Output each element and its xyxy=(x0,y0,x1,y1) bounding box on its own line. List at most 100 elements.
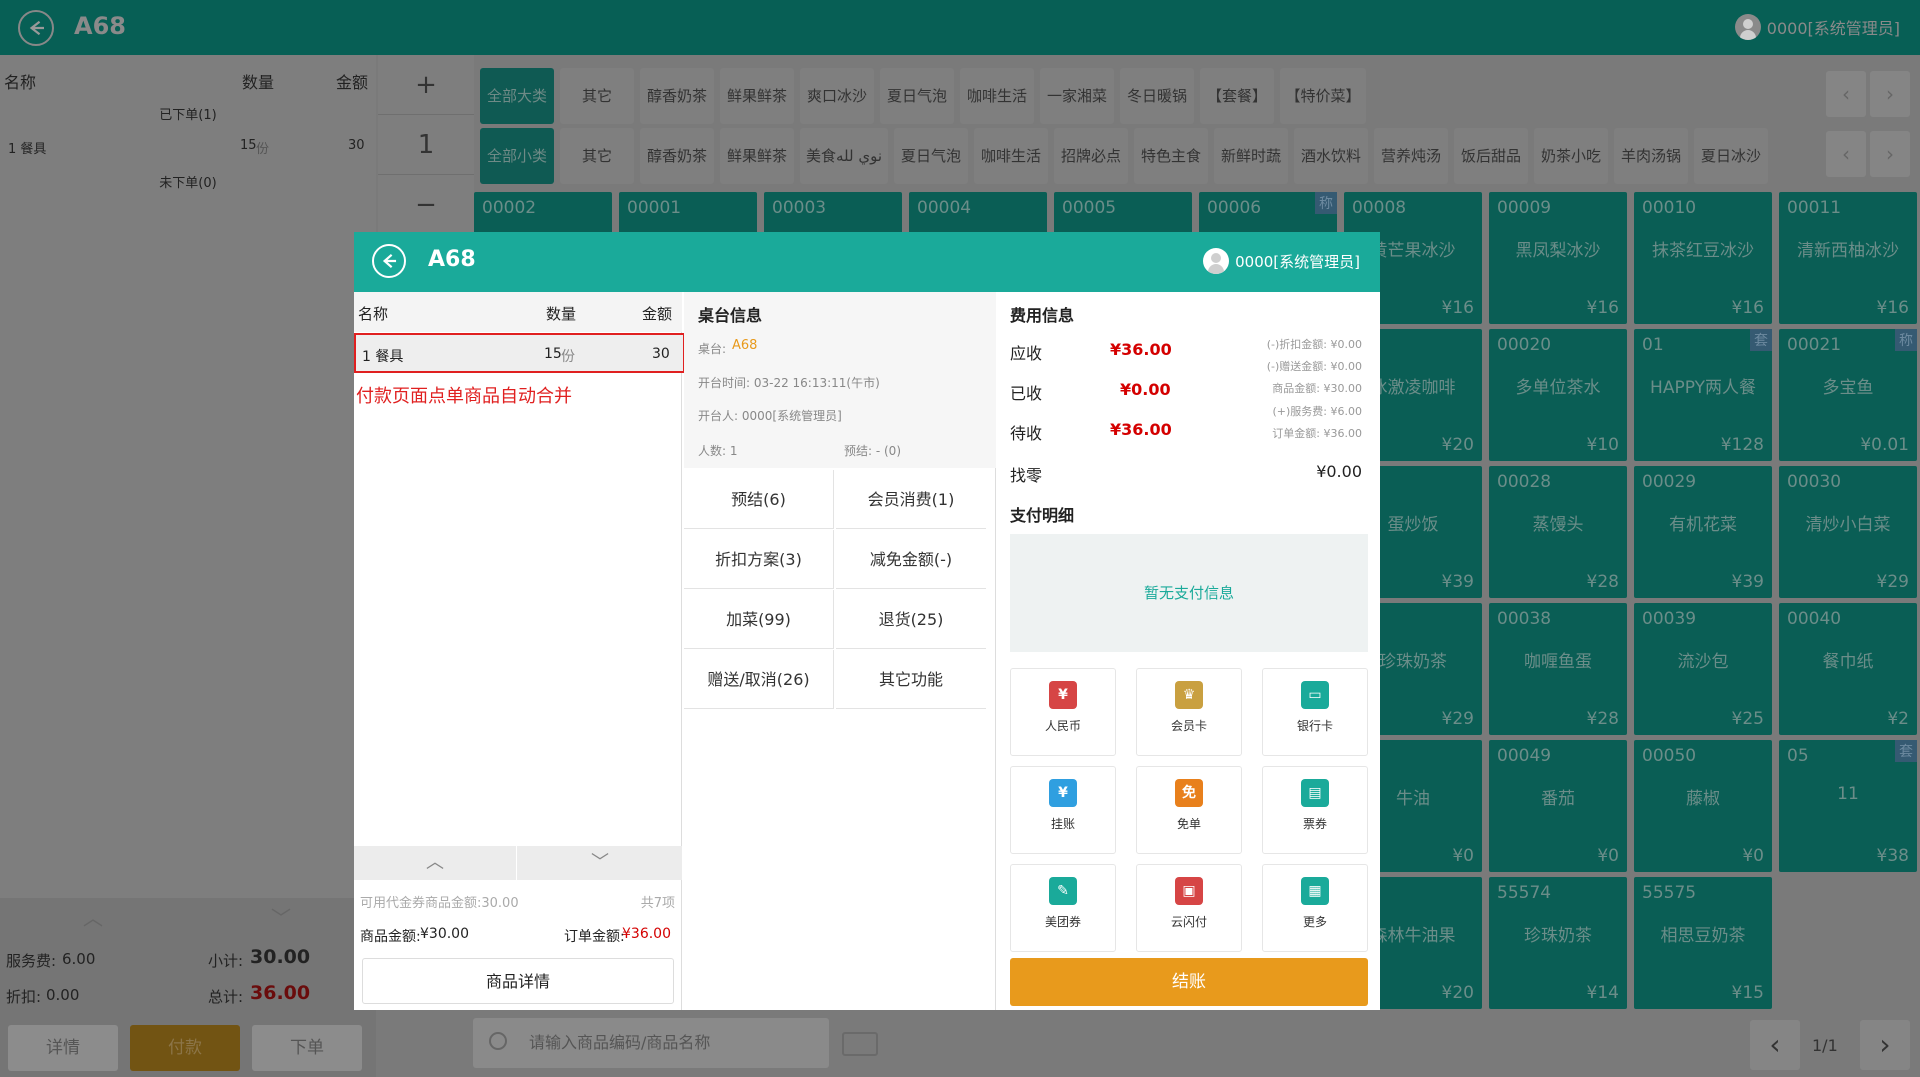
subcategory-tab[interactable]: 鲜果鲜茶 xyxy=(720,128,794,184)
category-tab[interactable]: 【特价菜】 xyxy=(1280,68,1366,124)
subcategory-tab[interactable]: 特色主食 xyxy=(1134,128,1208,184)
pay-method-button[interactable]: ▦ 更多 xyxy=(1262,864,1368,952)
scroll-down-icon[interactable]: ﹀ xyxy=(188,898,374,938)
product-tile[interactable]: 00010 抹茶红豆冰沙 ¥16 xyxy=(1634,192,1772,324)
subcategory-tab[interactable]: 酒水饮料 xyxy=(1294,128,1368,184)
goods-detail-button[interactable]: 商品详情 xyxy=(362,958,674,1004)
operation-button[interactable]: 赠送/取消(26) xyxy=(684,650,834,709)
scroll-up-icon[interactable]: ︿ xyxy=(0,898,186,938)
operation-button[interactable]: 减免金额(-) xyxy=(836,530,986,589)
subcategory-tab[interactable]: 奶茶小吃 xyxy=(1534,128,1608,184)
product-tile[interactable]: 55575 相思豆奶茶 ¥15 xyxy=(1634,877,1772,1009)
keyboard-icon[interactable] xyxy=(842,1032,878,1056)
dialog-item-row[interactable]: 1 餐具 15 份 30 xyxy=(354,333,685,373)
cat-prev-icon[interactable]: ‹ xyxy=(1826,71,1866,117)
category-tab[interactable]: 夏日气泡 xyxy=(880,68,954,124)
quantity-stepper[interactable]: + 1 − xyxy=(378,55,474,235)
pay-method-label: 免单 xyxy=(1176,817,1201,831)
category-tab[interactable]: 其它 xyxy=(560,68,634,124)
pay-method-button[interactable]: ✎ 美团券 xyxy=(1010,864,1116,952)
subcategory-tab[interactable]: 咖啡生活 xyxy=(974,128,1048,184)
back-icon[interactable] xyxy=(18,10,54,46)
product-tile[interactable]: 00020 多单位茶水 ¥10 xyxy=(1489,329,1627,461)
checkout-button[interactable]: 结账 xyxy=(1010,958,1368,1006)
subcategory-tab[interactable]: 新鲜时蔬 xyxy=(1214,128,1288,184)
pay-method-label: 美团券 xyxy=(1044,915,1081,929)
subcategory-tab[interactable]: 醇香奶茶 xyxy=(640,128,714,184)
order-row[interactable]: 1 餐具 15 份 30 xyxy=(0,134,376,162)
subcategory-tab[interactable]: 营养炖汤 xyxy=(1374,128,1448,184)
subcategory-tab[interactable]: 夏日气泡 xyxy=(894,128,968,184)
product-code: 00002 xyxy=(482,198,537,218)
operation-button[interactable]: 退货(25) xyxy=(836,590,986,649)
product-tile[interactable]: 00050 藤椒 ¥0 xyxy=(1634,740,1772,872)
category-tab[interactable]: 咖啡生活 xyxy=(960,68,1034,124)
product-tile[interactable]: 00011 清新西柚冰沙 ¥16 xyxy=(1779,192,1917,324)
operation-button[interactable]: 加菜(99) xyxy=(684,590,834,649)
discount-label: 折扣: xyxy=(6,988,42,1006)
product-price: ¥29 xyxy=(1876,572,1909,592)
product-tile[interactable]: 00038 咖喱鱼蛋 ¥28 xyxy=(1489,603,1627,735)
plus-button[interactable]: + xyxy=(378,55,474,115)
subcategory-tab[interactable]: 招牌必点 xyxy=(1054,128,1128,184)
dialog-user[interactable]: 0000[系统管理员] xyxy=(1203,248,1360,274)
product-tile[interactable]: 00040 餐巾纸 ¥2 xyxy=(1779,603,1917,735)
subcategory-tab[interactable]: 全部小类 xyxy=(480,128,554,184)
pay-method-button[interactable]: ▤ 票券 xyxy=(1262,766,1368,854)
pay-method-button[interactable]: 免免单 xyxy=(1136,766,1242,854)
product-tile[interactable]: 00029 有机花菜 ¥39 xyxy=(1634,466,1772,598)
product-price: ¥28 xyxy=(1586,572,1619,592)
category-tab[interactable]: 全部大类 xyxy=(480,68,554,124)
category-tab[interactable]: 鲜果鲜茶 xyxy=(720,68,794,124)
minus-button[interactable]: − xyxy=(378,175,474,235)
product-tile[interactable]: 00049 番茄 ¥0 xyxy=(1489,740,1627,872)
operation-button[interactable]: 预结(6) xyxy=(684,470,834,529)
product-price: ¥0 xyxy=(1742,846,1764,866)
subcategory-tab[interactable]: 美食نوي لله xyxy=(800,128,888,184)
product-tile[interactable]: 00030 清炒小白菜 ¥29 xyxy=(1779,466,1917,598)
category-tab[interactable]: 一家湘菜 xyxy=(1040,68,1114,124)
subcat-prev-icon[interactable]: ‹ xyxy=(1826,131,1866,177)
subcategory-tab[interactable]: 饭后甜品 xyxy=(1454,128,1528,184)
page-next-icon[interactable]: › xyxy=(1860,1020,1910,1070)
page-prev-icon[interactable]: ‹ xyxy=(1750,1020,1800,1070)
scroll-down-icon[interactable]: ﹀ xyxy=(518,846,682,880)
pay-method-button[interactable]: ♛ 会员卡 xyxy=(1136,668,1242,756)
search-input[interactable]: 请输入商品编码/商品名称 xyxy=(473,1018,829,1068)
user-info[interactable]: 0000[系统管理员] xyxy=(1734,14,1900,40)
operation-button[interactable]: 折扣方案(3) xyxy=(684,530,834,589)
pay-method-button[interactable]: ▣ 云闪付 xyxy=(1136,864,1242,952)
product-tile[interactable]: 01 HAPPY两人餐 ¥128 套 xyxy=(1634,329,1772,461)
pay-method-button[interactable]: ▭ 银行卡 xyxy=(1262,668,1368,756)
product-tile[interactable]: 05 11 ¥38 套 xyxy=(1779,740,1917,872)
product-price: ¥0 xyxy=(1597,846,1619,866)
free-icon: 免 xyxy=(1175,779,1203,807)
ordered-group[interactable]: 已下单(1) xyxy=(0,104,376,123)
product-tile[interactable]: 00028 蒸馒头 ¥28 xyxy=(1489,466,1627,598)
detail-button[interactable]: 详情 xyxy=(8,1025,118,1071)
scroll-up-icon[interactable]: ︿ xyxy=(354,846,517,880)
pay-method-button[interactable]: ¥ 挂账 xyxy=(1010,766,1116,854)
operation-button[interactable]: 其它功能 xyxy=(836,650,986,709)
subcategory-tab[interactable]: 羊肉汤锅 xyxy=(1614,128,1688,184)
product-price: ¥38 xyxy=(1876,846,1909,866)
subcategory-tab[interactable]: 夏日冰沙 xyxy=(1694,128,1768,184)
category-tab[interactable]: 【套餐】 xyxy=(1200,68,1274,124)
unordered-group[interactable]: 未下单(0) xyxy=(0,172,376,191)
pay-method-button[interactable]: ¥ 人民币 xyxy=(1010,668,1116,756)
category-tab[interactable]: 冬日暖锅 xyxy=(1120,68,1194,124)
pay-button[interactable]: 付款 xyxy=(130,1025,240,1071)
subcat-next-icon[interactable]: › xyxy=(1870,131,1910,177)
product-tile[interactable]: 55574 珍珠奶茶 ¥14 xyxy=(1489,877,1627,1009)
subcategory-tab[interactable]: 其它 xyxy=(560,128,634,184)
product-tile[interactable]: 00039 流沙包 ¥25 xyxy=(1634,603,1772,735)
category-tab[interactable]: 醇香奶茶 xyxy=(640,68,714,124)
place-order-button[interactable]: 下单 xyxy=(252,1025,362,1071)
item-name: 1 餐具 xyxy=(362,349,404,365)
cat-next-icon[interactable]: › xyxy=(1870,71,1910,117)
product-tile[interactable]: 00009 黑凤梨冰沙 ¥16 xyxy=(1489,192,1627,324)
category-tab[interactable]: 爽口冰沙 xyxy=(800,68,874,124)
product-tile[interactable]: 00021 多宝鱼 ¥0.01 称 xyxy=(1779,329,1917,461)
operation-button[interactable]: 会员消费(1) xyxy=(836,470,986,529)
dialog-back-icon[interactable] xyxy=(372,244,406,278)
